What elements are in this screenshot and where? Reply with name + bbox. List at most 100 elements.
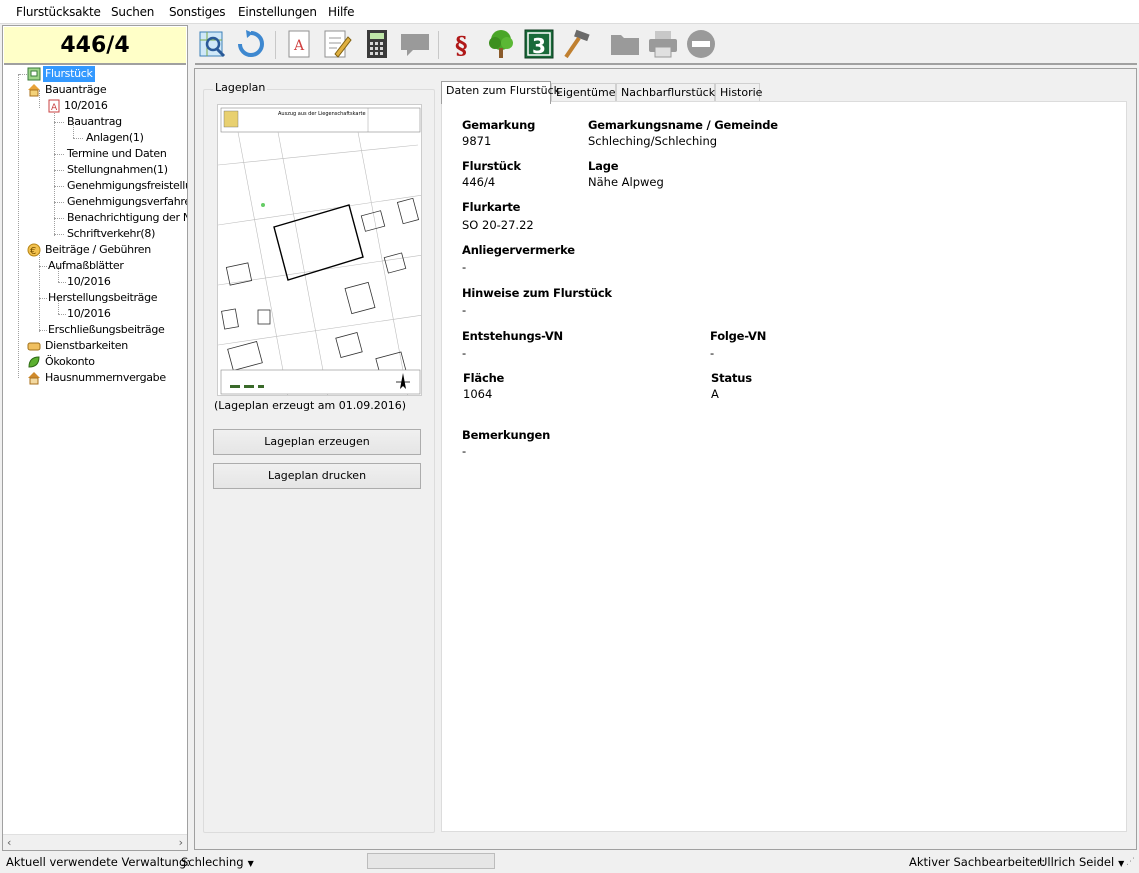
house-number-icon: [28, 372, 40, 385]
pdf-icon: A: [48, 99, 60, 113]
chevron-down-icon: ▼: [1118, 859, 1125, 868]
map-search-icon[interactable]: [197, 28, 229, 60]
status-bar: Aktuell verwendete Verwaltung: Schlechin…: [0, 851, 1139, 873]
entstehungs-vn-label: Entstehungs-VN: [462, 329, 563, 343]
folder-icon[interactable]: [609, 28, 641, 60]
calculator-icon[interactable]: [361, 28, 393, 60]
tab-historie[interactable]: Historie: [715, 83, 762, 103]
tab-strip: Daten zum Flurstück Eigentümer Nachbarfl…: [441, 81, 1131, 104]
lageplan-map-image[interactable]: Auszug aus der Liegenschaftskarte: [217, 104, 422, 396]
edit-document-icon[interactable]: [321, 28, 353, 60]
details-panel: Gemarkung 9871 Gemarkungsname / Gemeinde…: [441, 101, 1127, 832]
tree-item-aufmass-10-2016[interactable]: 10/2016: [67, 274, 111, 290]
navigation-tree: Flurstück Bauanträge A 10/2016 Bauantrag…: [3, 66, 187, 856]
number-3-icon[interactable]: 3: [523, 28, 555, 60]
svg-text:€: €: [30, 246, 36, 257]
verwaltung-dropdown[interactable]: Schleching ▼: [181, 855, 254, 869]
tree-item-bauantraege[interactable]: Bauanträge: [45, 82, 107, 98]
verwaltung-label: Aktuell verwendete Verwaltung:: [6, 855, 191, 869]
tree-horizontal-scrollbar[interactable]: ‹ ›: [3, 834, 187, 850]
lageplan-drucken-button[interactable]: Lageplan drucken: [213, 463, 421, 489]
tree-item-oekokonto[interactable]: Ökokonto: [45, 354, 95, 370]
tree-item-dienstbarkeiten[interactable]: Dienstbarkeiten: [45, 338, 128, 354]
flurstueck-label: Flurstück: [462, 159, 521, 173]
refresh-icon[interactable]: [235, 28, 267, 60]
handshake-icon: [27, 342, 41, 351]
hinweise-value: -: [462, 303, 467, 317]
tab-eigentuemer[interactable]: Eigentümer: [551, 83, 620, 103]
tree-item-beitraege[interactable]: Beiträge / Gebühren: [45, 242, 151, 258]
toolbar: A § 3: [195, 25, 1137, 65]
tree-item-hausnummern[interactable]: Hausnummernvergabe: [45, 370, 166, 386]
anliegervermerke-value: -: [462, 260, 467, 274]
menu-flurstuecksakte[interactable]: Flurstücksakte: [16, 5, 101, 19]
tab-nachbarflurstuecke[interactable]: Nachbarflurstücke: [616, 83, 721, 103]
scroll-left-icon[interactable]: ‹: [7, 836, 11, 849]
bemerkungen-value: -: [462, 444, 467, 458]
parcel-id-header: 446/4: [4, 27, 186, 65]
status-label: Status: [711, 371, 752, 385]
tree-item-genehmigungsverfahren[interactable]: Genehmigungsverfahren(: [67, 194, 187, 210]
scroll-right-icon[interactable]: ›: [179, 836, 183, 849]
lageplan-erzeugen-button[interactable]: Lageplan erzeugen: [213, 429, 421, 455]
gemarkungsname-label: Gemarkungsname / Gemeinde: [588, 118, 778, 132]
paragraph-icon[interactable]: §: [447, 28, 479, 60]
tree-icon[interactable]: [485, 28, 517, 60]
gemarkung-value: 9871: [462, 134, 492, 148]
stop-icon[interactable]: [685, 28, 717, 60]
tree-item-anlagen[interactable]: Anlagen(1): [86, 130, 144, 146]
leaf-icon: [28, 356, 40, 368]
document-icon[interactable]: A: [283, 28, 315, 60]
chevron-down-icon: ▼: [247, 859, 254, 868]
navigation-panel: 446/4 Flurstück Bauanträge A 10/2016 Bau…: [2, 25, 188, 851]
flurstueck-value: 446/4: [462, 175, 496, 189]
menu-sonstiges[interactable]: Sonstiges: [169, 5, 226, 19]
euro-icon: €: [27, 243, 41, 257]
gemarkung-label: Gemarkung: [462, 118, 536, 132]
tree-item-genehmigungsfreistellung[interactable]: Genehmigungsfreistellung: [67, 178, 187, 194]
menu-einstellungen[interactable]: Einstellungen: [238, 5, 317, 19]
tree-item-bauantrag[interactable]: Bauantrag: [67, 114, 122, 130]
sachbearbeiter-label: Aktiver Sachbearbeiter:: [909, 855, 1046, 869]
tree-item-aufmass[interactable]: Aufmaßblätter: [48, 258, 124, 274]
tree-item-10-2016[interactable]: 10/2016: [64, 98, 108, 114]
folge-vn-value: -: [710, 346, 715, 360]
sachbearbeiter-value: Ullrich Seidel: [1039, 855, 1115, 869]
progress-bar: [367, 853, 495, 869]
comment-icon[interactable]: [399, 28, 431, 60]
flaeche-label: Fläche: [463, 371, 505, 385]
menu-hilfe[interactable]: Hilfe: [328, 5, 355, 19]
tree-item-herstellung[interactable]: Herstellungsbeiträge: [48, 290, 158, 306]
folge-vn-label: Folge-VN: [710, 329, 767, 343]
tree-item-termine[interactable]: Termine und Daten: [67, 146, 167, 162]
flurkarte-value: SO 20-27.22: [462, 218, 534, 232]
status-value: A: [711, 387, 719, 401]
bemerkungen-label: Bemerkungen: [462, 428, 551, 442]
gemarkungsname-value: Schleching/Schleching: [588, 134, 718, 148]
tree-item-benachrichtigung[interactable]: Benachrichtigung der Nac: [67, 210, 187, 226]
flurkarte-label: Flurkarte: [462, 200, 521, 214]
tree-item-flurstueck[interactable]: Flurstück: [43, 66, 95, 82]
tab-daten-zum-flurstueck[interactable]: Daten zum Flurstück: [441, 81, 560, 104]
printer-icon[interactable]: [647, 28, 679, 60]
house-icon: [28, 84, 40, 97]
entstehungs-vn-value: -: [462, 346, 467, 360]
tree-item-erschliessung[interactable]: Erschließungsbeiträge: [48, 322, 165, 338]
svg-text:§: §: [455, 31, 468, 60]
lage-value: Nähe Alpweg: [588, 175, 664, 189]
tree-item-herstellung-10-2016[interactable]: 10/2016: [67, 306, 111, 322]
anliegervermerke-label: Anliegervermerke: [462, 243, 575, 257]
resize-grip-icon[interactable]: ⋰: [1126, 857, 1135, 867]
tree-item-stellungnahmen[interactable]: Stellungnahmen(1): [67, 162, 168, 178]
menu-suchen[interactable]: Suchen: [111, 5, 154, 19]
hammer-icon[interactable]: [561, 28, 593, 60]
sachbearbeiter-dropdown[interactable]: Ullrich Seidel ▼: [1039, 855, 1124, 869]
hinweise-label: Hinweise zum Flurstück: [462, 286, 612, 300]
lage-label: Lage: [588, 159, 619, 173]
tree-item-schriftverkehr[interactable]: Schriftverkehr(8): [67, 226, 155, 242]
svg-text:A: A: [51, 103, 58, 113]
menu-bar: Flurstücksakte Suchen Sonstiges Einstell…: [0, 0, 1139, 24]
svg-text:3: 3: [532, 34, 546, 58]
parcel-icon: [27, 67, 41, 81]
main-content: Lageplan Auszug aus der Liegenschaftskar…: [194, 68, 1137, 850]
